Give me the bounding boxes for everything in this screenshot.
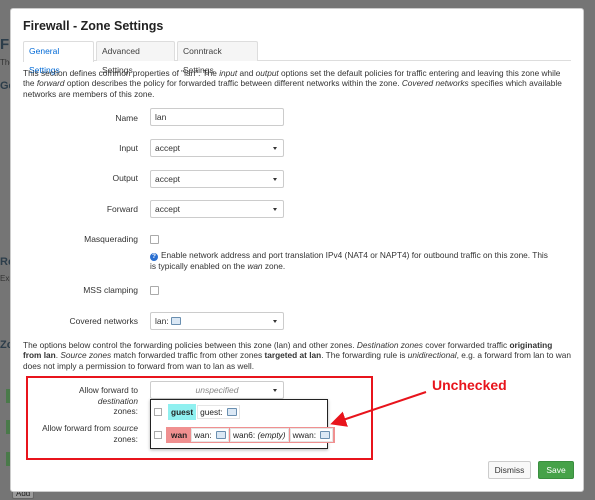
name-label: Name [115,113,138,123]
dismiss-button[interactable]: Dismiss [488,461,531,479]
forward-policy-select[interactable]: accept [150,200,284,218]
zone-network: wan6: (empty) [229,428,289,442]
forwarding-description: The options below control the forwarding… [23,340,572,371]
masquerading-hint: ? Enable network address and port transla… [150,250,548,271]
name-input[interactable]: lan [150,108,284,126]
zone-dropdown-list: guest guest: wan wan: wan6: (empty) wwan: [150,399,336,449]
save-button[interactable]: Save [538,461,574,479]
network-icon [215,431,226,439]
output-policy-select[interactable]: accept [150,170,284,188]
zone-name: guest [168,404,197,420]
annotation-label: Unchecked [432,377,507,393]
zone-name: wan [171,430,188,440]
zone-option-guest[interactable]: guest guest: [154,403,326,421]
network-icon [227,408,238,416]
zone-settings-modal: Firewall - Zone Settings General Setting… [10,8,584,492]
mss-clamping-checkbox[interactable] [150,286,159,295]
covered-networks-label: Covered networks [69,316,138,326]
mss-clamping-label: MSS clamping [83,285,138,295]
zone-network: wan: [191,428,229,442]
input-policy-label: Input [119,143,138,153]
zone-option-checkbox[interactable] [154,408,162,416]
forward-src-label: Allow forward from source zones: [42,423,138,444]
covered-networks-select[interactable]: lan: [150,312,284,330]
zone-network: wwan: [289,428,334,442]
section-description: This section defines common properties o… [23,68,562,99]
zone-badge-wan: wan wan: wan6: (empty) wwan: [166,427,336,443]
zone-option-wan[interactable]: wan wan: wan6: (empty) wwan: [154,426,336,444]
tab-general-settings[interactable]: General Settings [23,41,94,75]
covered-network-chip: lan: [155,313,181,329]
forward-dest-label: Allow forward to destination zones: [78,385,138,416]
modal-title: Firewall - Zone Settings [23,19,164,33]
input-policy-select[interactable]: accept [150,139,284,157]
output-policy-label: Output [112,173,138,183]
info-icon: ? [150,253,158,261]
forward-policy-label: Forward [106,204,138,214]
masquerading-label: Masquerading [84,234,138,244]
network-icon [320,431,331,439]
masquerading-checkbox[interactable] [150,235,159,244]
forward-dest-select[interactable]: unspecified [150,381,284,399]
zone-badge-guest: guest guest: [166,404,242,420]
tab-advanced-settings[interactable]: Advanced Settings [96,41,175,75]
tab-bar: General Settings Advanced Settings Connt… [23,41,571,75]
zone-option-checkbox[interactable] [154,431,162,439]
tab-conntrack-settings[interactable]: Conntrack Settings [177,41,258,75]
zone-network: guest: [197,405,241,419]
network-icon [170,317,181,325]
